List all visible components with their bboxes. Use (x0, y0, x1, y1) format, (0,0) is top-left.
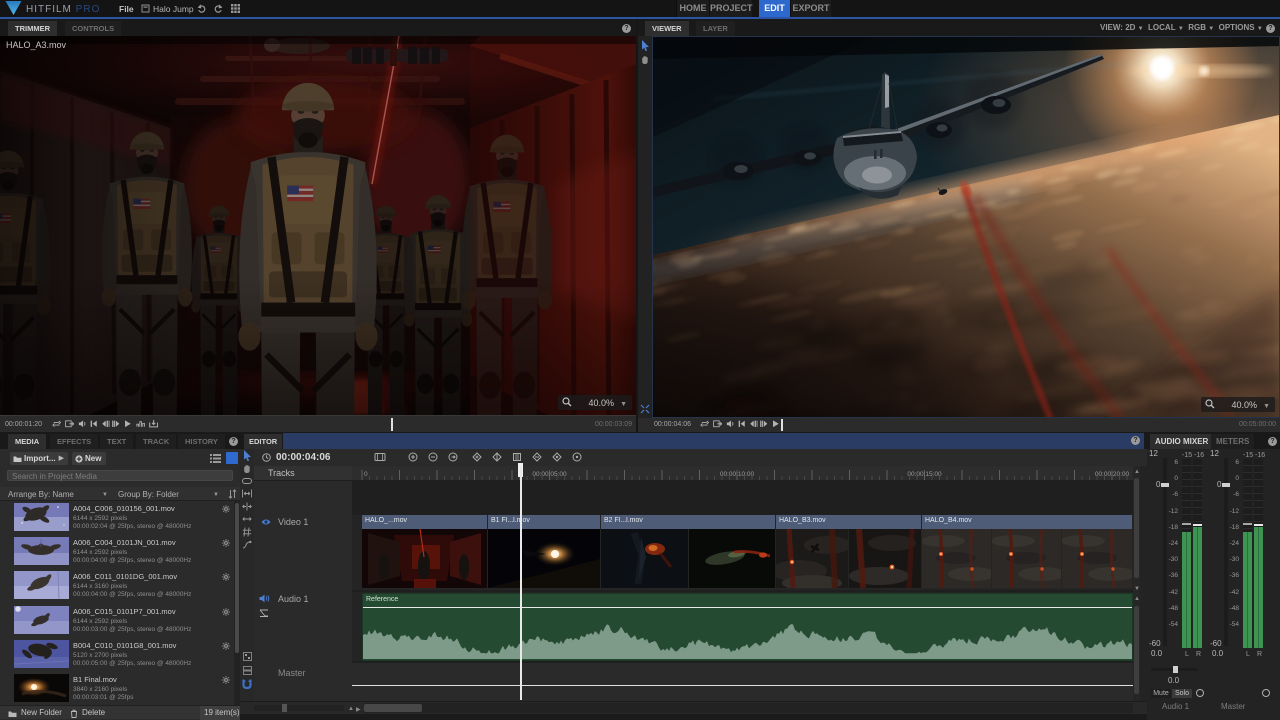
svg-text:00:00:20:00: 00:00:20:00 (1095, 471, 1130, 478)
svg-text:0: 0 (364, 471, 368, 478)
svg-text:00:00:05:00: 00:00:05:00 (532, 471, 567, 478)
svg-text:00:00:15:00: 00:00:15:00 (907, 471, 942, 478)
svg-text:00:00:10:00: 00:00:10:00 (720, 471, 755, 478)
